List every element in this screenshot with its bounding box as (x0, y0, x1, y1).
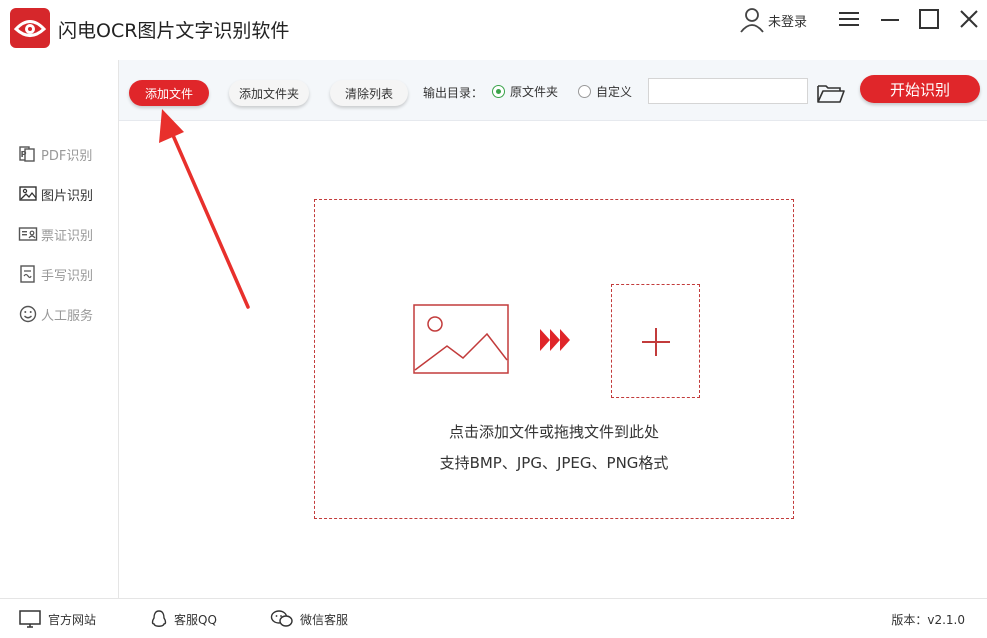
radio-label: 原文件夹 (510, 85, 559, 99)
sidebar-item-handwriting[interactable]: 手写识别 (18, 263, 93, 285)
handwriting-icon (20, 265, 35, 283)
version-text: 版本：v2.1.0 (891, 613, 965, 627)
image-icon (19, 186, 37, 201)
sidebar-item-label: 图片识别 (41, 188, 94, 204)
radio-custom-folder[interactable]: 自定义 (578, 83, 632, 100)
monitor-icon (19, 610, 41, 628)
smiley-icon (19, 305, 37, 323)
clear-list-button[interactable]: 清除列表 (330, 80, 408, 106)
user-icon (740, 8, 764, 33)
radio-label: 自定义 (596, 85, 633, 99)
sidebar-item-label: PDF识别 (41, 148, 93, 164)
app-title: 闪电OCR图片文字识别软件 (58, 20, 290, 42)
maximize-icon (919, 9, 939, 29)
add-file-box[interactable] (611, 284, 700, 398)
browse-folder-button[interactable] (816, 80, 846, 106)
minimize-icon (881, 19, 899, 21)
add-file-button[interactable]: 添加文件 (129, 80, 209, 106)
wechat-icon (270, 610, 293, 627)
title-bar: 闪电OCR图片文字识别软件 未登录 (0, 0, 987, 60)
output-path-input[interactable] (648, 78, 808, 104)
image-placeholder-icon (413, 304, 509, 374)
output-dir-label: 输出目录： (423, 86, 484, 100)
user-login[interactable]: 未登录 (738, 6, 807, 34)
sidebar-item-label: 手写识别 (41, 268, 94, 284)
sidebar-item-service[interactable]: 人工服务 (18, 303, 93, 325)
start-recognition-button[interactable]: 开始识别 (860, 75, 980, 103)
sidebar-item-pdf[interactable]: P PDF识别 (18, 143, 92, 165)
qq-service-link[interactable]: 客服QQ (150, 609, 217, 629)
menu-button[interactable] (837, 8, 861, 30)
eye-logo-icon (10, 8, 50, 48)
annotation-arrow (159, 109, 250, 309)
sidebar-item-label: 票证识别 (41, 228, 94, 244)
wechat-service-label: 微信客服 (300, 612, 349, 627)
qq-penguin-icon (151, 610, 167, 627)
supported-formats-text: 支持BMP、JPG、JPEG、PNG格式 (439, 454, 669, 472)
radio-dot (492, 85, 505, 98)
close-button[interactable] (957, 8, 981, 30)
official-website-label: 官方网站 (48, 612, 97, 627)
folder-open-icon (817, 85, 845, 103)
user-label: 未登录 (768, 14, 808, 30)
svg-text:P: P (21, 150, 27, 159)
drop-hint-text: 点击添加文件或拖拽文件到此处 (448, 423, 659, 441)
radio-original-folder[interactable]: 原文件夹 (492, 83, 558, 100)
footer: 官方网站 客服QQ 微信客服 版本：v2.1.0 (0, 598, 987, 638)
sidebar-item-label: 人工服务 (41, 308, 94, 324)
file-drop-zone[interactable]: 点击添加文件或拖拽文件到此处 支持BMP、JPG、JPEG、PNG格式 (314, 199, 794, 519)
pdf-icon: P (19, 146, 35, 162)
sidebar-item-image[interactable]: 图片识别 (18, 183, 93, 205)
add-folder-button[interactable]: 添加文件夹 (229, 80, 309, 106)
radio-dot (578, 85, 591, 98)
official-website-link[interactable]: 官方网站 (18, 609, 96, 629)
menu-icon (839, 12, 859, 26)
sidebar: P PDF识别 图片识别 票证识别 手写识别 人工服务 (0, 60, 119, 598)
wechat-service-link[interactable]: 微信客服 (270, 609, 348, 629)
sidebar-item-ticket[interactable]: 票证识别 (18, 223, 93, 245)
id-card-icon (18, 227, 38, 241)
maximize-button[interactable] (917, 8, 941, 30)
qq-service-label: 客服QQ (174, 612, 217, 627)
minimize-button[interactable] (878, 8, 902, 30)
close-icon (960, 10, 978, 28)
plus-icon (642, 328, 670, 356)
triple-chevron-right-icon (540, 329, 570, 351)
